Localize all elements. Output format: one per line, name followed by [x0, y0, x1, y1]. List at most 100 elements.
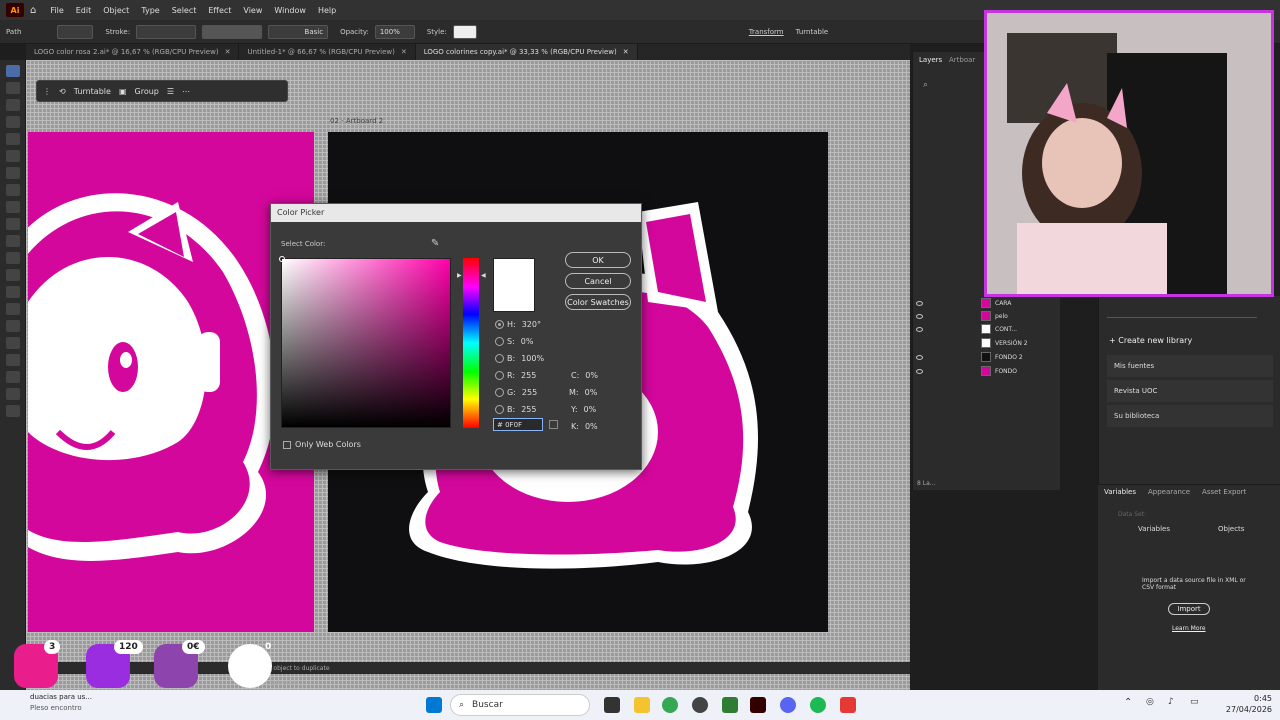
hue-slider-handle-right-icon[interactable]: ◀ — [481, 272, 486, 279]
stroke-weight[interactable] — [136, 24, 197, 39]
web-safe-icon[interactable] — [549, 420, 558, 429]
draw-mode-icon[interactable] — [6, 371, 20, 383]
artboard-tool-icon[interactable] — [6, 303, 20, 315]
layer-row[interactable]: FONDO 2 — [910, 350, 1058, 364]
chrome-icon[interactable] — [662, 697, 678, 713]
drag-handle-icon[interactable]: ⋮ — [43, 87, 51, 96]
symbol-tool-icon[interactable] — [6, 286, 20, 298]
brush-select[interactable]: Basic — [268, 24, 329, 39]
layer-row[interactable]: VERSIÓN 2 — [910, 336, 1058, 350]
system-clock[interactable]: 0:45 27/04/2026 — [1218, 693, 1272, 715]
volume-icon[interactable]: ♪ — [1168, 697, 1184, 713]
menu-window[interactable]: Window — [274, 6, 306, 15]
taskbar-search[interactable]: ⌕ Buscar — [450, 694, 590, 716]
sub-tab-objects[interactable]: Objects — [1218, 525, 1244, 533]
web-colors-checkbox[interactable] — [283, 440, 291, 449]
import-button[interactable]: Import — [1168, 603, 1210, 615]
file-explorer-icon[interactable] — [634, 697, 650, 713]
variable-width[interactable] — [202, 24, 263, 39]
eye-icon[interactable] — [916, 368, 923, 374]
menu-type[interactable]: Type — [141, 6, 159, 15]
color-cursor[interactable] — [279, 256, 285, 262]
layer-row[interactable]: CONT... — [910, 322, 1058, 336]
rotate-tool-icon[interactable] — [6, 184, 20, 196]
tab-asset-export[interactable]: Asset Export — [1202, 488, 1246, 496]
eye-icon[interactable] — [916, 354, 923, 360]
hue-slider[interactable] — [463, 258, 479, 428]
close-icon[interactable]: ✕ — [623, 48, 629, 56]
close-icon[interactable]: ✕ — [225, 48, 231, 56]
menu-object[interactable]: Object — [103, 6, 129, 15]
m-field[interactable]: 0% — [585, 386, 621, 398]
windows-start-icon[interactable] — [426, 697, 442, 713]
fill-control[interactable] — [57, 24, 94, 39]
battery-icon[interactable]: ▭ — [1190, 697, 1206, 713]
edit-toolbar-icon[interactable] — [6, 405, 20, 417]
pen-tool-icon[interactable] — [6, 99, 20, 111]
menu-view[interactable]: View — [243, 6, 262, 15]
pencil-tool-icon[interactable] — [6, 150, 20, 162]
layer-row[interactable]: FONDO — [910, 364, 1058, 378]
red-radio[interactable] — [495, 370, 504, 380]
align-icon[interactable]: ☰ — [167, 87, 174, 96]
bri-radio[interactable] — [495, 353, 504, 363]
group-icon[interactable]: ▣ — [119, 87, 127, 96]
library-item[interactable]: Mis fuentes — [1107, 355, 1273, 377]
menu-help[interactable]: Help — [318, 6, 336, 15]
layer-row[interactable]: pelo — [910, 309, 1058, 323]
spotify-icon[interactable] — [810, 697, 826, 713]
illustrator-icon[interactable] — [750, 697, 766, 713]
eye-icon[interactable] — [916, 313, 923, 319]
tab-logo-colorines[interactable]: LOGO colorines copy.ai* @ 33,33 % (RGB/C… — [415, 44, 638, 60]
sat-radio[interactable] — [495, 336, 504, 346]
discord-icon[interactable] — [780, 697, 796, 713]
create-library-button[interactable]: + Create new library — [1109, 336, 1192, 345]
menu-select[interactable]: Select — [172, 6, 197, 15]
hue-slider-handle-icon[interactable]: ▶ — [457, 272, 462, 279]
eye-icon[interactable] — [916, 326, 923, 332]
y-field[interactable]: 0% — [584, 403, 620, 415]
blend-tool-icon[interactable] — [6, 269, 20, 281]
blue-field[interactable]: 255 — [521, 403, 557, 415]
task-view-icon[interactable] — [604, 697, 620, 713]
obs-icon[interactable] — [692, 697, 708, 713]
green-radio[interactable] — [495, 387, 504, 397]
search-icon[interactable]: ⌕ — [923, 80, 928, 90]
k-field[interactable]: 0% — [585, 420, 621, 432]
style-swatch[interactable] — [452, 24, 477, 39]
eraser-tool-icon[interactable] — [6, 218, 20, 230]
wifi-icon[interactable]: ◎ — [1146, 697, 1162, 713]
saturation-brightness-field[interactable] — [279, 256, 451, 428]
tab-artboards[interactable]: Artboar — [949, 56, 975, 64]
hue-radio[interactable] — [495, 319, 504, 329]
ok-button[interactable]: OK — [565, 252, 631, 268]
gradient-tool-icon[interactable] — [6, 235, 20, 247]
app-icon[interactable] — [722, 697, 738, 713]
fill-stroke-icon[interactable] — [6, 354, 20, 366]
only-web-colors[interactable]: Only Web Colors — [283, 440, 361, 449]
more-icon[interactable]: ⋯ — [182, 87, 190, 96]
hex-input[interactable]: # 0F0F — [493, 418, 543, 431]
scale-tool-icon[interactable] — [6, 201, 20, 213]
tab-appearance[interactable]: Appearance — [1148, 488, 1190, 496]
menu-effect[interactable]: Effect — [208, 6, 231, 15]
menu-edit[interactable]: Edit — [76, 6, 92, 15]
tab-layers[interactable]: Layers — [919, 56, 942, 64]
blue-radio[interactable] — [495, 404, 504, 414]
curvature-tool-icon[interactable] — [6, 116, 20, 128]
c-field[interactable]: 0% — [585, 369, 621, 381]
g-field[interactable]: 255 — [522, 386, 558, 398]
app-red-icon[interactable] — [840, 697, 856, 713]
color-swatches-button[interactable]: Color Swatches — [565, 294, 631, 310]
direct-selection-icon[interactable] — [6, 82, 20, 94]
r-field[interactable]: 255 — [521, 369, 557, 381]
rectangle-tool-icon[interactable] — [6, 133, 20, 145]
menu-file[interactable]: File — [50, 6, 63, 15]
zoom-tool-icon[interactable] — [6, 337, 20, 349]
eye-icon[interactable] — [916, 300, 923, 306]
tab-untitled[interactable]: Untitled-1* @ 66,67 % (RGB/CPU Preview) ✕ — [239, 44, 416, 60]
sub-tab-variables[interactable]: Variables — [1138, 525, 1170, 533]
transform-link[interactable]: Transform — [749, 28, 784, 36]
type-tool-icon[interactable] — [6, 167, 20, 179]
home-icon[interactable]: ⌂ — [30, 5, 36, 16]
